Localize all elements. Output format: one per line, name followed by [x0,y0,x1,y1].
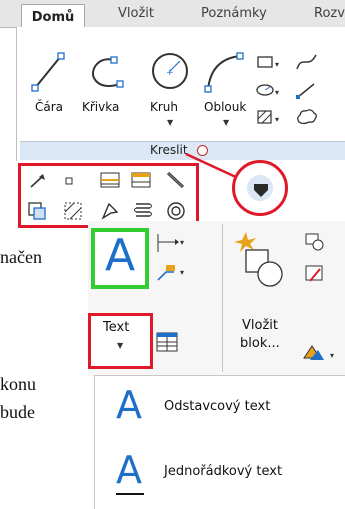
document-text-line-1: načen [0,247,42,267]
circle-icon: + [152,53,188,89]
panel-separator [222,224,223,372]
ray-icon [30,174,45,188]
text-button-label: Text [103,320,130,335]
ellipse-tool-button[interactable]: ▾ [256,80,286,100]
dimension-icon: ▾ [157,234,184,252]
hatch-tool-button[interactable]: ▾ [256,107,286,127]
insert-block-icon [234,232,283,287]
spline-tool-button[interactable] [294,52,320,72]
svg-text:▾: ▾ [180,268,184,277]
leader-tool-button[interactable]: ▾ [155,262,185,288]
curve-tool-label: Křivka [82,100,120,114]
rectangle-icon: ▾ [257,56,279,69]
gradient-tool-button[interactable] [130,170,152,194]
arc-tool-label: Oblouk [204,100,247,114]
tab-home[interactable]: Domů [21,4,85,29]
svg-text:▾: ▾ [275,60,279,69]
text-icon: A [105,230,136,281]
svg-text:▾: ▾ [180,238,184,247]
table-icon [156,332,178,352]
tab-layout[interactable]: Rozv [314,6,345,21]
multiline-text-label: Odstavcový text [164,399,271,414]
cloud-icon [297,109,317,125]
curve-icon [92,56,124,88]
arc-icon [204,52,244,93]
single-line-text-icon: A [116,448,142,492]
text-dropdown-icon[interactable]: ▼ [117,341,123,350]
edit-block-icon [305,265,323,282]
multiline-text-icon: A [116,383,142,427]
leader-icon: ▾ [157,265,184,281]
svg-text:▾: ▾ [275,88,279,97]
gradient-icon [131,172,151,188]
create-block-icon [305,233,324,251]
cloud-tool-button[interactable] [294,107,320,127]
single-line-text-label: Jednořádkový text [164,464,283,479]
block-attribute-icon: ▾ [303,345,334,360]
table-hatch-tool-button[interactable] [99,170,121,194]
svg-text:▾: ▾ [330,351,334,360]
arc-dropdown-icon[interactable]: ▼ [223,118,229,127]
hatch-icon: ▾ [257,110,279,124]
tab-annotate[interactable]: Poznámky [201,6,267,21]
tab-home-label: Domů [31,9,75,25]
ribbon-tab-bar: Domů Vložit Poznámky Rozv [0,0,345,29]
spline-icon [296,54,317,70]
menu-item-single-line-text[interactable]: A Jednořádkový text [100,448,345,500]
polyline-icon [296,83,315,99]
dimension-tool-button[interactable]: ▾ [155,232,185,258]
text-icon-highlight[interactable]: A [91,228,149,289]
polyline-tool-button[interactable] [294,80,320,100]
single-line-underline [116,493,144,495]
tab-insert-label: Vložit [118,6,154,21]
expander-zoom-callout [232,160,288,216]
svg-text:+: + [166,68,174,78]
edit-block-button[interactable] [304,263,328,289]
circle-tool-label: Kruh [150,100,179,114]
circle-dropdown-icon[interactable]: ▼ [167,118,173,127]
region-tool-button[interactable] [26,200,48,226]
point-tool-button[interactable] [60,172,78,194]
circle-tool-button[interactable]: + Kruh ▼ [146,48,196,138]
menu-item-multiline-text[interactable]: A Odstavcový text [100,383,345,433]
tab-insert[interactable]: Vložit [118,6,154,21]
boundary-tool-button[interactable] [62,200,84,226]
ray-tool-button[interactable] [28,172,48,194]
ellipse-icon: ▾ [256,84,279,97]
point-icon [65,177,73,185]
insert-block-label-1: Vložit [242,318,278,333]
create-block-button[interactable] [304,231,328,257]
tab-annotate-label: Poznámky [201,6,267,21]
tab-layout-label: Rozv [314,6,345,21]
table-hatch-icon [100,172,120,188]
curve-tool-button[interactable]: Křivka [80,48,130,128]
block-attribute-button[interactable]: ▾ [300,340,344,368]
table-tool-button[interactable] [155,330,181,358]
revision-cloud-icon [101,202,119,220]
donut-icon [167,202,185,220]
svg-text:▾: ▾ [275,115,279,124]
line-icon [31,52,65,92]
insert-block-button[interactable]: Vložit blok... [232,230,292,360]
helix-icon [134,203,152,217]
document-text-line-2: konu [0,374,36,394]
document-text-line-3: bude [0,402,35,422]
expand-arrow-icon [254,184,268,197]
line-tool-button[interactable]: Čára [25,48,71,128]
rectangle-tool-button[interactable]: ▾ [256,52,286,72]
line-tool-label: Čára [35,100,64,114]
boundary-icon [64,202,82,220]
text-button-highlight[interactable]: Text ▼ [88,313,153,369]
insert-block-label-2: blok... [240,336,280,351]
arc-tool-button[interactable]: Oblouk ▼ [200,48,250,138]
region-icon [28,202,46,220]
